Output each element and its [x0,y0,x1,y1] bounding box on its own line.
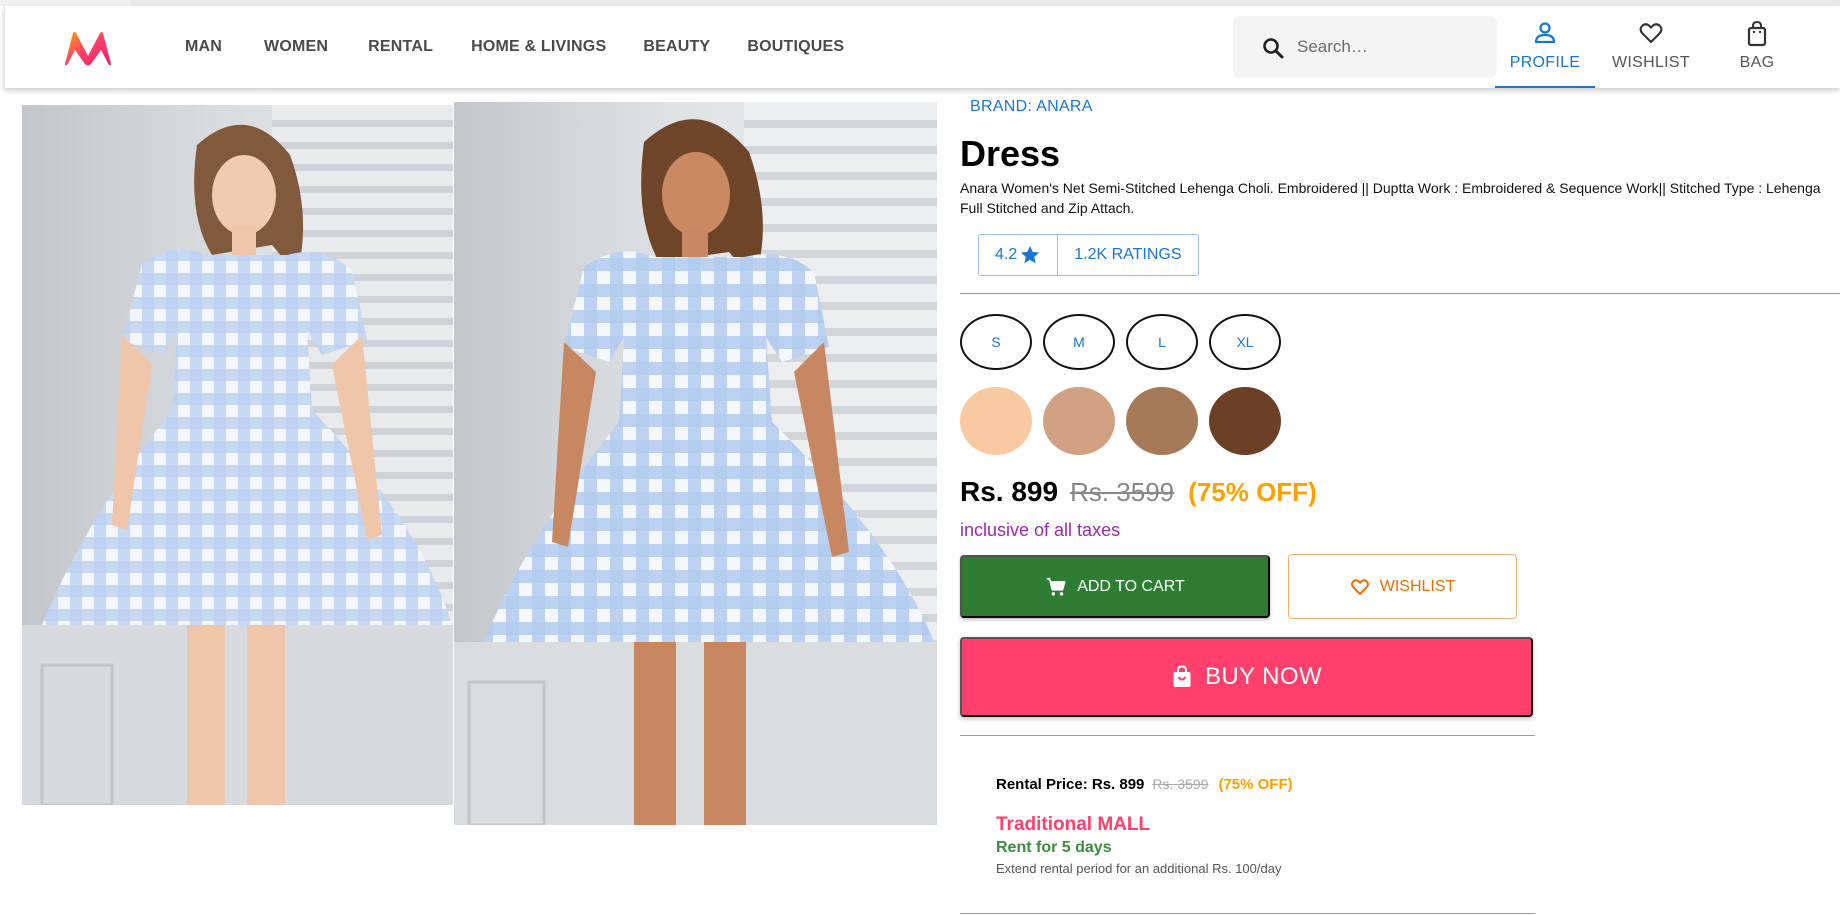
size-option-l[interactable]: L [1126,314,1198,370]
product-description: Anara Women's Net Semi-Stitched Lehenga … [960,178,1840,218]
rating-count-cell: 1.2K RATINGS [1057,235,1197,275]
bag-label: BAG [1739,54,1775,71]
add-to-cart-label: ADD TO CART [1077,577,1185,595]
mall-name: Traditional MALL [996,814,1151,835]
rental-price-row: Rental Price: Rs. 899 Rs. 3599 (75% OFF) [996,776,1293,793]
person-icon [1534,22,1556,44]
wishlist-button-label: WISHLIST [1379,577,1456,595]
bag-icon [1747,20,1767,47]
shopping-bag-icon [1173,665,1191,687]
rating-box[interactable]: 4.2 1.2K RATINGS [978,234,1199,276]
color-swatch[interactable] [1043,387,1115,455]
buy-now-button[interactable]: BUY NOW [960,637,1533,717]
color-selector [960,387,1292,455]
description-line-2: Full Stitched and Zip Attach. [960,200,1135,216]
size-selector: S M L XL [960,314,1292,370]
cart-icon [1047,577,1066,596]
nav-beauty[interactable]: BEAUTY [643,38,710,56]
rating-count: 1.2K RATINGS [1074,246,1182,263]
size-option-m[interactable]: M [1043,314,1115,370]
product-image-side[interactable] [454,102,937,825]
myntra-logo-icon[interactable] [63,30,113,66]
rent-duration: Rent for 5 days [996,839,1112,856]
original-price: Rs. 3599 [1070,477,1175,507]
product-title: Dress [960,133,1061,174]
product-image-front[interactable] [22,105,453,805]
price-row: Rs. 899 Rs. 3599 (75% OFF) [960,476,1317,508]
main-nav: MAN WOMEN RENTAL HOME & LIVINGS BEAUTY B… [185,6,844,88]
add-to-cart-button[interactable]: ADD TO CART [960,555,1270,618]
rent-extend-note: Extend rental period for an additional R… [996,861,1282,876]
brand-link[interactable]: BRAND: ANARA [970,98,1093,116]
nav-home-livings[interactable]: HOME & LIVINGS [471,38,606,56]
buy-now-label: BUY NOW [1204,663,1323,690]
wishlist-button[interactable]: WISHLIST [1288,554,1517,619]
rental-price: Rental Price: Rs. 899 [996,776,1145,793]
color-swatch[interactable] [1126,387,1198,455]
app-header: MAN WOMEN RENTAL HOME & LIVINGS BEAUTY B… [4,6,1840,88]
nav-women[interactable]: WOMEN [264,38,328,56]
search-input[interactable] [1297,34,1477,60]
heart-icon [1350,578,1369,595]
bag-button[interactable]: BAG [1707,6,1807,88]
size-option-s[interactable]: S [960,314,1032,370]
taxes-note: inclusive of all taxes [960,520,1121,540]
description-line-1: Anara Women's Net Semi-Stitched Lehenga … [960,180,1821,196]
profile-button[interactable]: PROFILE [1495,6,1595,88]
star-icon [1021,245,1040,264]
heart-icon [1639,23,1663,44]
divider [960,913,1535,914]
size-option-xl[interactable]: XL [1209,314,1281,370]
nav-man[interactable]: MAN [185,38,222,56]
divider [960,735,1535,736]
rating-value-cell: 4.2 [979,235,1057,275]
nav-rental[interactable]: RENTAL [368,38,433,56]
profile-label: PROFILE [1509,54,1581,71]
nav-boutiques[interactable]: BOUTIQUES [747,38,844,56]
selling-price: Rs. 899 [960,476,1059,507]
search-box[interactable] [1233,16,1497,78]
rental-original-price: Rs. 3599 [1152,776,1209,792]
wishlist-header-label: WISHLIST [1612,54,1690,71]
color-swatch[interactable] [1209,387,1281,455]
search-icon [1263,38,1284,59]
color-swatch[interactable] [960,387,1032,455]
rating-value: 4.2 [995,246,1018,263]
discount-label: (75% OFF) [1188,477,1317,507]
divider [960,293,1840,294]
wishlist-header-button[interactable]: WISHLIST [1601,6,1701,88]
rental-discount: (75% OFF) [1218,776,1293,793]
